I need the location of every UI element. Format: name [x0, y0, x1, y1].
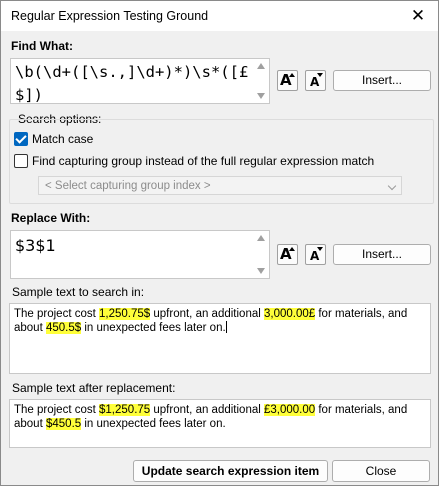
close-icon[interactable]: ✕: [408, 6, 428, 26]
text-segment: The project cost: [14, 308, 100, 320]
scroll-down-arrow-icon[interactable]: [257, 268, 265, 274]
capturing-group-select[interactable]: < Select capturing group index >: [38, 176, 402, 195]
highlighted-match: $450.5: [45, 418, 82, 430]
highlighted-match: $1,250.75: [99, 404, 151, 416]
scroll-up-arrow-icon[interactable]: [257, 63, 265, 69]
text-segment: The project cost: [14, 404, 100, 416]
replace-with-label: Replace With:: [11, 211, 91, 225]
sample-text-area[interactable]: The project cost 1,250.75$ upfront, an a…: [9, 303, 431, 374]
highlighted-match: 1,250.75$: [99, 308, 151, 320]
update-search-expression-button[interactable]: Update search expression item: [133, 460, 328, 482]
find-font-decrease-button[interactable]: A: [305, 70, 326, 91]
highlighted-match: 450.5$: [45, 322, 82, 334]
result-text-content: The project cost $1,250.75 upfront, an a…: [14, 404, 407, 430]
find-expression-text: \b(\d+([\s.,]\d+)*)\s*([£$]): [15, 63, 249, 104]
find-insert-button[interactable]: Insert...: [333, 70, 431, 91]
font-size-decrease-icon: A: [310, 75, 320, 89]
replace-font-decrease-button[interactable]: A: [305, 244, 326, 265]
font-size-decrease-icon: A: [310, 249, 320, 263]
replace-font-increase-button[interactable]: A: [277, 244, 298, 265]
find-font-increase-button[interactable]: A: [277, 70, 298, 91]
replace-insert-button[interactable]: Insert...: [333, 244, 431, 265]
match-case-label[interactable]: Match case: [32, 132, 93, 146]
text-caret: [225, 321, 227, 333]
replace-expression-text: $3$1: [15, 236, 56, 255]
chevron-down-icon: [387, 181, 397, 191]
scroll-up-arrow-icon[interactable]: [257, 235, 265, 241]
close-button[interactable]: Close: [332, 460, 430, 482]
find-expression-input[interactable]: \b(\d+([\s.,]\d+)*)\s*([£$]): [10, 58, 270, 104]
capturing-group-select-value: < Select capturing group index >: [45, 180, 211, 192]
scroll-down-arrow-icon[interactable]: [257, 93, 265, 99]
title-bar[interactable]: Regular Expression Testing Ground ✕: [1, 1, 438, 31]
find-expression-scrollbar[interactable]: [254, 59, 269, 103]
window-title: Regular Expression Testing Ground: [11, 9, 209, 23]
find-what-label: Find What:: [11, 39, 73, 53]
match-case-checkbox[interactable]: [14, 132, 28, 146]
replace-expression-scrollbar[interactable]: [254, 231, 269, 278]
result-text-label: Sample text after replacement:: [12, 381, 176, 395]
text-segment: in unexpected fees later on.: [81, 322, 226, 334]
result-text-area[interactable]: The project cost $1,250.75 upfront, an a…: [9, 399, 431, 448]
sample-text-label: Sample text to search in:: [12, 285, 145, 299]
text-segment: upfront, an additional: [150, 404, 264, 416]
regex-testing-dialog: Regular Expression Testing Ground ✕ Find…: [0, 0, 439, 486]
sample-text-content: The project cost 1,250.75$ upfront, an a…: [14, 308, 407, 334]
capturing-group-checkbox[interactable]: [14, 154, 28, 168]
replace-expression-input[interactable]: $3$1: [10, 230, 270, 279]
text-segment: upfront, an additional: [150, 308, 264, 320]
text-segment: in unexpected fees later on.: [81, 418, 226, 430]
highlighted-match: 3,000.00£: [264, 308, 316, 320]
capturing-group-label[interactable]: Find capturing group instead of the full…: [32, 154, 374, 168]
highlighted-match: £3,000.00: [264, 404, 316, 416]
